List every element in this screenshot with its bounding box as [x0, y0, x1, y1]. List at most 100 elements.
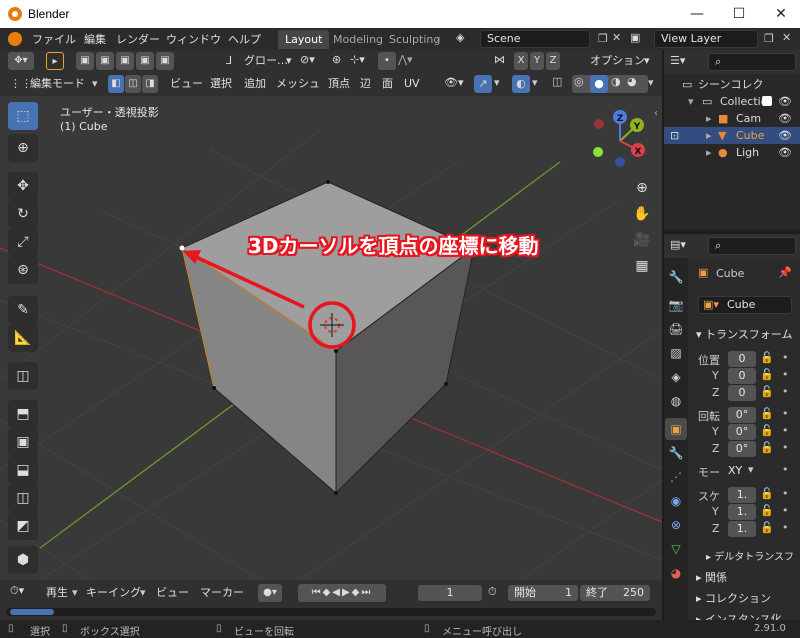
outliner-scene-row[interactable]: ▭ シーンコレク — [664, 76, 800, 93]
keyframe-dot-icon[interactable]: • — [782, 441, 789, 454]
menu-add[interactable]: 追加 — [244, 75, 266, 93]
keyframe-dot-icon[interactable]: • — [782, 521, 789, 534]
location-x-field[interactable]: 0 — [728, 351, 756, 367]
lock-icon[interactable]: 🔓 — [760, 385, 774, 398]
eye-icon[interactable]: 👁 — [778, 110, 792, 127]
timeline-editor-icon[interactable]: ⏱▾ — [10, 584, 24, 598]
measure-tool-icon[interactable]: 📐 — [8, 324, 38, 352]
view-layer-new-icon[interactable]: ❐ — [764, 32, 774, 45]
snap-toggle-icon[interactable]: ⊛ — [332, 53, 341, 66]
render-tab-icon[interactable]: 📷 — [665, 294, 687, 316]
lock-icon[interactable]: 🔓 — [760, 441, 774, 454]
location-y-field[interactable]: 0 — [728, 368, 756, 384]
scene-new-icon[interactable]: ❐ — [598, 32, 608, 45]
snap-target-icon[interactable]: ⊹▾ — [350, 53, 365, 66]
menu-face[interactable]: 面 — [382, 75, 393, 93]
select-mode-set-icon[interactable]: ▣ — [76, 52, 94, 70]
eye-icon[interactable]: 👁 — [778, 93, 792, 110]
constraints-tab-icon[interactable]: ⊗ — [665, 514, 687, 536]
proportional-edit-icon[interactable]: • — [378, 52, 396, 70]
data-tab-icon[interactable]: ▽ — [665, 538, 687, 560]
lock-icon[interactable]: 🔓 — [760, 487, 774, 500]
keyframe-dot-icon[interactable]: • — [782, 487, 789, 500]
transform-tool-icon[interactable]: ⊛ — [8, 256, 38, 284]
stopwatch-icon[interactable]: ⏱ — [488, 585, 497, 599]
scene-delete-icon[interactable]: ✕ — [612, 31, 621, 44]
solid-shading-icon[interactable]: ● — [590, 75, 608, 93]
poly-build-tool-icon[interactable]: ⬢ — [8, 546, 38, 574]
current-frame-field[interactable]: 1 — [418, 585, 482, 601]
world-tab-icon[interactable]: ◍ — [665, 390, 687, 412]
modifier-tab-icon[interactable]: 🔧 — [665, 442, 687, 464]
outliner-search-field[interactable]: ⌕ — [708, 53, 796, 71]
annotate-tool-icon[interactable]: ✎ — [8, 296, 38, 324]
select-mode-intersect-icon[interactable]: ▣ — [156, 52, 174, 70]
loop-cut-tool-icon[interactable]: ◫ — [8, 484, 38, 512]
extrude-tool-icon[interactable]: ⬒ — [8, 400, 38, 428]
menu-render[interactable]: レンダー — [116, 31, 160, 47]
keyframe-dot-icon[interactable]: • — [782, 504, 789, 517]
move-tool-icon[interactable]: ✥ — [8, 172, 38, 200]
view-layer-delete-icon[interactable]: ✕ — [782, 31, 791, 44]
tabs-more-icon[interactable]: › — [436, 32, 440, 45]
wireframe-shading-icon[interactable]: ◎ — [574, 75, 584, 88]
keyframe-dot-icon[interactable]: • — [782, 463, 789, 476]
timeline-scrollbar-handle[interactable] — [10, 609, 54, 615]
output-tab-icon[interactable]: 🖨 — [665, 318, 687, 340]
material-shading-icon[interactable]: ◑ — [611, 75, 621, 88]
mode-dropdown[interactable]: 編集モード — [30, 75, 85, 93]
menu-mesh[interactable]: メッシュ — [276, 75, 320, 93]
edge-select-icon[interactable]: ◫ — [125, 75, 141, 93]
object-tab-icon[interactable]: ▣ — [665, 418, 687, 440]
keying-menu[interactable]: キーイング — [86, 584, 141, 602]
material-tab-icon[interactable]: ◕ — [665, 562, 687, 584]
keyframe-dot-icon[interactable]: • — [782, 368, 789, 381]
scale-x-field[interactable]: 1. — [728, 487, 756, 503]
keying-chevron-icon[interactable]: ▾ — [140, 586, 146, 599]
scene-tab-icon[interactable]: ◈ — [665, 366, 687, 388]
menu-uv[interactable]: UV — [404, 75, 420, 93]
orientation-chevron-icon[interactable]: ▾ — [286, 54, 292, 67]
collapse-icon[interactable]: ▸ — [706, 110, 712, 127]
collection-checkbox[interactable] — [762, 96, 772, 106]
scale-z-field[interactable]: 1. — [728, 521, 756, 537]
tool-settings-icon[interactable]: ✥▾ — [8, 52, 34, 70]
playback-menu[interactable]: 再生 — [46, 584, 68, 602]
collapse-icon[interactable]: ▸ — [706, 127, 712, 144]
zoom-icon[interactable]: ⊕ — [630, 176, 654, 200]
maximize-button[interactable]: ☐ — [722, 2, 756, 26]
scale-tool-icon[interactable]: ⤢ — [8, 228, 38, 256]
collections-panel[interactable]: ▸ コレクション — [696, 590, 771, 606]
select-box-tool-icon[interactable]: ▸ — [46, 52, 64, 70]
falloff-icon[interactable]: ⋀▾ — [398, 53, 413, 66]
lock-icon[interactable]: 🔓 — [760, 368, 774, 381]
outliner-camera-row[interactable]: ▸ ■ Cam 👁 — [664, 110, 800, 127]
tool-tab-icon[interactable]: 🔧 — [665, 266, 687, 288]
mirror-z-toggle[interactable]: Z — [546, 52, 560, 70]
properties-editor-icon[interactable]: ▤▾ — [670, 238, 686, 251]
marker-menu[interactable]: マーカー — [200, 584, 244, 602]
select-mode-invert-icon[interactable]: ▣ — [136, 52, 154, 70]
blender-menu-icon[interactable] — [8, 32, 22, 46]
view-layer-icon[interactable]: ▣ — [630, 31, 640, 44]
select-mode-subtract-icon[interactable]: ▣ — [116, 52, 134, 70]
lock-icon[interactable]: 🔓 — [760, 407, 774, 420]
outliner-editor-icon[interactable]: ☰▾ — [670, 54, 685, 67]
expand-icon[interactable]: ▾ — [688, 93, 694, 110]
editor-type-icon[interactable]: ⋮⋮ — [10, 77, 32, 90]
knife-tool-icon[interactable]: ◩ — [8, 512, 38, 540]
pin-icon[interactable]: 📌 — [778, 266, 792, 279]
inset-tool-icon[interactable]: ▣ — [8, 428, 38, 456]
mode-chevron-icon[interactable]: ▾ — [92, 77, 98, 90]
bevel-tool-icon[interactable]: ⬓ — [8, 456, 38, 484]
collapse-icon[interactable]: ▸ — [706, 144, 712, 161]
eye-icon[interactable]: 👁 — [778, 144, 792, 161]
menu-file[interactable]: ファイル — [32, 31, 76, 47]
xray-toggle-icon[interactable]: ◫ — [552, 75, 562, 88]
location-z-field[interactable]: 0 — [728, 385, 756, 401]
menu-window[interactable]: ウィンドウ — [166, 31, 221, 47]
shading-chevron-icon[interactable]: ▾ — [648, 76, 654, 89]
lock-icon[interactable]: 🔓 — [760, 351, 774, 364]
rotation-y-field[interactable]: 0° — [728, 424, 756, 440]
menu-view[interactable]: ビュー — [170, 75, 203, 93]
